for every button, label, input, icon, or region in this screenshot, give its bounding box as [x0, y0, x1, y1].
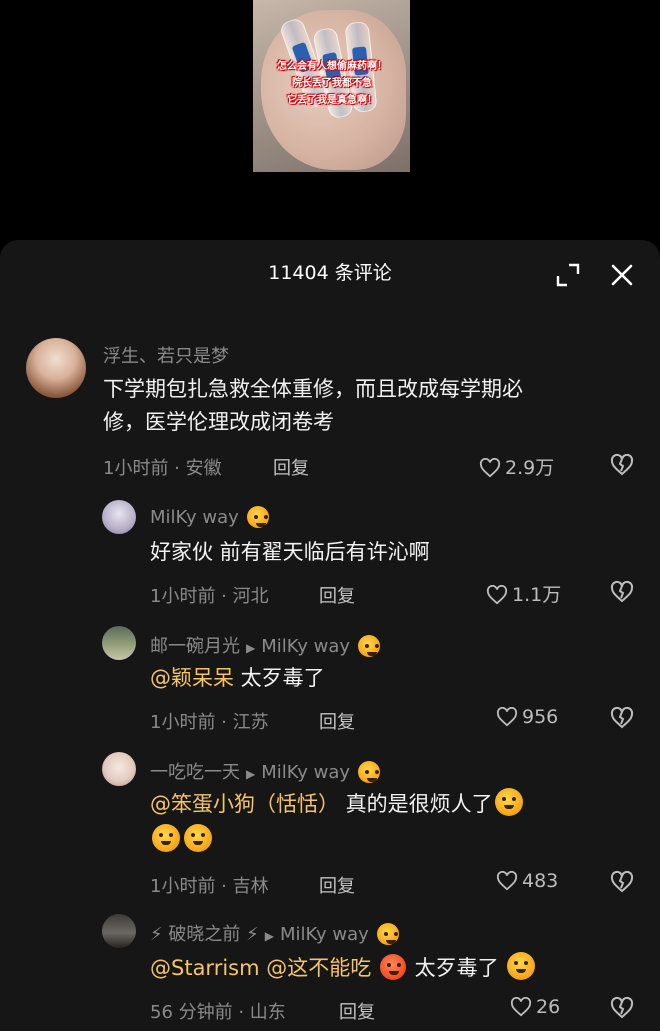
username-text: MilKy way — [150, 507, 239, 528]
play-triangle-icon: ▶ — [264, 929, 274, 943]
comment-text: 好家伙 前有翟天临后有许沁啊 — [150, 540, 430, 564]
like-button[interactable]: 2.9万 — [479, 453, 554, 480]
broken-heart-icon[interactable] — [610, 706, 634, 730]
like-button[interactable]: 956 — [496, 706, 558, 728]
dizzy-star-emoji — [376, 923, 399, 945]
play-triangle-icon: ▶ — [246, 641, 256, 655]
comment-text-line: @笨蛋小狗（恬恬） 真的是很烦人了 — [150, 788, 525, 821]
heart-outline-icon — [510, 996, 532, 1017]
comment-text-line — [150, 824, 525, 857]
close-icon[interactable] — [609, 262, 635, 288]
username-text: 一吃吃一天 — [150, 762, 240, 783]
comment-username[interactable]: 邮一碗月光 ▶ MilKy way — [150, 632, 382, 658]
video-caption-line: 怎么会有人想偷麻药啊！ — [277, 61, 387, 72]
like-button[interactable]: 1.1万 — [486, 580, 561, 607]
reply-button[interactable]: 回复 — [319, 872, 355, 898]
comment-text: @颖呆呆 太歹毒了 — [150, 662, 325, 695]
play-triangle-icon: ▶ — [246, 767, 256, 781]
angry-red-face-emoji — [379, 954, 406, 980]
reply-to-username: MilKy way — [279, 924, 369, 945]
reply-button[interactable]: 回复 — [339, 998, 375, 1024]
video-caption-line: 院长丢了我都不急 — [292, 78, 372, 89]
dizzy-star-emoji — [357, 761, 380, 783]
angry-face-emoji — [184, 824, 212, 852]
comment-meta: 56 分钟前 · 山东 — [150, 1002, 286, 1023]
broken-heart-icon[interactable] — [610, 453, 634, 477]
comment-meta: 1小时前 · 河北 — [150, 586, 269, 607]
comment-text: @Starrism @这不能吃 太歹毒了 — [150, 952, 537, 985]
like-count: 2.9万 — [505, 457, 555, 479]
comment-meta: 1小时前 · 吉林 — [150, 876, 269, 897]
username-text: 邮一碗月光 — [150, 636, 240, 657]
comment-text: @笨蛋小狗（恬恬） 真的是很烦人了 — [150, 788, 525, 857]
pleading-face-emoji — [507, 952, 536, 980]
comment-meta: 1小时前 · 安徽 — [103, 458, 222, 479]
comment-text-tail: 真的是很烦人了 — [339, 792, 493, 816]
dizzy-star-emoji — [246, 506, 269, 528]
avatar[interactable] — [102, 500, 136, 534]
comment-text-line: 下学期包扎急救全体重修，而且改成每学期必 — [103, 377, 523, 401]
like-count: 1.1万 — [512, 584, 562, 606]
expand-icon[interactable] — [555, 262, 581, 288]
angry-face-emoji — [494, 788, 523, 816]
broken-heart-icon[interactable] — [610, 870, 634, 894]
comment-text-line: 修，医学伦理改成闭卷考 — [103, 410, 334, 434]
mention-link[interactable]: @Starrism — [150, 956, 260, 980]
video-caption: 怎么会有人想偷麻药啊！ 院长丢了我都不急 它丢了我是真急啊！ — [267, 58, 397, 109]
mention-link[interactable]: @这不能吃 — [260, 956, 371, 980]
avatar[interactable] — [102, 626, 136, 660]
like-button[interactable]: 26 — [510, 996, 560, 1018]
comment-username[interactable]: 浮生、若只是梦 — [103, 342, 229, 368]
heart-outline-icon — [479, 457, 501, 478]
comment-meta: 1小时前 · 江苏 — [150, 712, 269, 733]
broken-heart-icon[interactable] — [610, 580, 634, 604]
heart-outline-icon — [496, 870, 518, 891]
angry-face-emoji — [152, 824, 180, 852]
comment-text-tail: 太歹毒了 — [234, 666, 325, 690]
avatar[interactable] — [26, 338, 86, 398]
reply-button[interactable]: 回复 — [273, 454, 309, 480]
like-count: 483 — [522, 870, 559, 892]
heart-outline-icon — [486, 584, 508, 605]
reply-to-username: MilKy way — [261, 636, 351, 657]
video-caption-line: 它丢了我是真急啊！ — [287, 95, 377, 106]
video-thumbnail[interactable]: 怎么会有人想偷麻药啊！ 院长丢了我都不急 它丢了我是真急啊！ — [253, 0, 410, 172]
avatar[interactable] — [102, 752, 136, 786]
reply-button[interactable]: 回复 — [319, 582, 355, 608]
heart-outline-icon — [496, 706, 518, 727]
reply-button[interactable]: 回复 — [319, 708, 355, 734]
like-count: 956 — [522, 706, 559, 728]
comment-username[interactable]: MilKy way — [150, 506, 271, 528]
like-count: 26 — [536, 996, 561, 1018]
comment-text-tail: 太歹毒了 — [407, 956, 499, 980]
comment-username[interactable]: 一吃吃一天 ▶ MilKy way — [150, 758, 382, 784]
comment-text: 下学期包扎急救全体重修，而且改成每学期必 修，医学伦理改成闭卷考 — [103, 373, 523, 439]
comment-username[interactable]: ⚡ 破晓之前 ⚡ ▶ MilKy way — [150, 920, 401, 946]
reply-to-username: MilKy way — [261, 762, 351, 783]
comments-sheet: 11404 条评论 浮生、若只是梦 下学期包扎急救全体重修，而且改成每学期必 修… — [0, 240, 660, 1031]
mention-link[interactable]: @颖呆呆 — [150, 666, 234, 690]
broken-heart-icon[interactable] — [610, 996, 634, 1020]
mention-link[interactable]: @笨蛋小狗（恬恬） — [150, 792, 339, 816]
username-text: ⚡ 破晓之前 ⚡ — [150, 924, 259, 945]
like-button[interactable]: 483 — [496, 870, 558, 892]
dizzy-star-emoji — [357, 635, 380, 657]
avatar[interactable] — [102, 914, 136, 948]
